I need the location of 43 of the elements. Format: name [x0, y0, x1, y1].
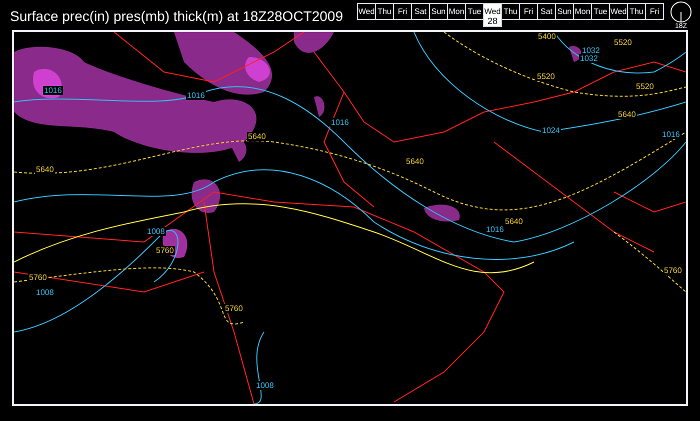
day-tab[interactable]: Tue — [591, 3, 610, 20]
contour-label: 1016 — [43, 86, 63, 95]
contour-label: 1016 — [186, 91, 206, 100]
day-tab[interactable]: Fri — [393, 3, 412, 20]
contour-label: 5640 — [35, 165, 55, 174]
day-tab[interactable]: Fri — [519, 3, 538, 20]
contour-label: 1032 — [581, 46, 601, 55]
day-tab[interactable]: Wed 28 — [483, 3, 502, 27]
contour-label: 1008 — [35, 288, 55, 297]
contour-label: 5760 — [155, 246, 175, 255]
contour-label: 5760 — [663, 266, 683, 275]
day-tab[interactable]: Sun — [555, 3, 574, 20]
day-tab[interactable]: Sun — [429, 3, 448, 20]
contour-label: 1016 — [485, 225, 505, 234]
contour-label: 1008 — [146, 227, 166, 236]
clock-icon — [670, 1, 692, 23]
contour-label: 5520 — [613, 38, 633, 47]
contour-label: 1016 — [330, 118, 350, 127]
map-title: Surface prec(in) pres(mb) thick(m) at 18Z28OCT2009 — [9, 7, 343, 26]
day-tab[interactable]: Wed — [609, 3, 628, 20]
contour-label: 5640 — [247, 132, 267, 141]
day-tab[interactable]: Thu — [501, 3, 520, 20]
day-tab[interactable]: Thu — [627, 3, 646, 20]
day-tab[interactable]: Sat — [411, 3, 430, 20]
day-tab[interactable]: Sat — [537, 3, 556, 20]
contour-label: 5520 — [635, 82, 655, 91]
contour-label: 1016 — [661, 130, 681, 139]
contour-label: 5640 — [504, 217, 524, 226]
day-tab[interactable]: Fri — [645, 3, 664, 20]
contour-label: 5640 — [617, 110, 637, 119]
contour-label: 1008 — [255, 381, 275, 390]
contour-label: 5400 — [537, 32, 557, 41]
day-tab[interactable]: Mon — [447, 3, 466, 20]
contour-label: 1024 — [541, 126, 561, 135]
contour-label: 1032 — [579, 54, 599, 63]
day-tab[interactable]: Wed — [357, 3, 376, 20]
day-tab[interactable]: Mon — [573, 3, 592, 20]
day-tab[interactable]: Thu — [375, 3, 394, 20]
contour-label: 5760 — [224, 304, 244, 313]
contour-label: 5640 — [405, 157, 425, 166]
day-tab[interactable]: Tue — [465, 3, 484, 20]
contour-label: 5520 — [536, 72, 556, 81]
contour-label: 5760 — [28, 273, 48, 282]
